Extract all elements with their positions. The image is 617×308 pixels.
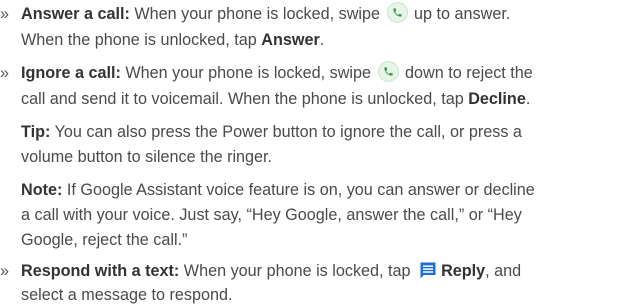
answer-call-line-2: When the phone is unlocked, tap Answer. <box>21 28 324 53</box>
note-text-2: a call with your voice. Just say, “Hey G… <box>21 206 522 224</box>
reply-label: Reply <box>441 262 486 280</box>
respond-text-line-1: » Respond with a text: When your phone is… <box>0 259 521 284</box>
note-line-1: Note: If Google Assistant voice feature … <box>21 178 535 203</box>
note-label: Note: <box>21 181 63 199</box>
bullet-marker: » <box>0 262 10 280</box>
ignore-call-text-2: down to reject the <box>405 64 533 82</box>
answer-call-text-2: up to answer. <box>414 5 511 23</box>
decline-label: Decline <box>468 90 526 108</box>
bullet-marker: » <box>0 5 10 23</box>
answer-call-line-1: » Answer a call: When your phone is locke… <box>0 2 510 27</box>
respond-text-end: , and <box>485 262 522 280</box>
answer-call-unlocked-text: When the phone is unlocked, tap <box>21 31 257 49</box>
tip-text-1: You can also press the Power button to i… <box>54 123 522 141</box>
bullet-marker: » <box>0 64 10 82</box>
period: . <box>319 31 325 49</box>
note-line-2: a call with your voice. Just say, “Hey G… <box>21 203 522 228</box>
period: . <box>525 90 531 108</box>
ignore-call-line-2: call and send it to voicemail. When the … <box>21 87 530 112</box>
phone-icon <box>377 61 399 82</box>
tip-line-1: Tip: You can also press the Power button… <box>21 120 522 145</box>
message-icon <box>420 262 436 279</box>
respond-text-title: Respond with a text: <box>21 262 180 280</box>
ignore-call-line-1: » Ignore a call: When your phone is locke… <box>0 61 533 86</box>
tip-text-2: volume button to silence the ringer. <box>21 148 273 166</box>
ignore-call-text: When your phone is locked, swipe <box>125 64 372 82</box>
ignore-call-unlocked-text: call and send it to voicemail. When the … <box>21 90 464 108</box>
note-text-1: If Google Assistant voice feature is on,… <box>66 181 535 199</box>
note-line-3: Google, reject the call.” <box>21 228 187 253</box>
respond-text-line-2: select a message to respond. <box>21 283 232 308</box>
answer-call-text: When your phone is locked, swipe <box>134 5 381 23</box>
respond-text-text-2: select a message to respond. <box>21 286 233 304</box>
note-text-3: Google, reject the call.” <box>21 231 188 249</box>
ignore-call-title: Ignore a call: <box>21 64 121 82</box>
phone-icon <box>386 2 408 23</box>
answer-label: Answer <box>261 31 320 49</box>
tip-line-2: volume button to silence the ringer. <box>21 145 272 170</box>
answer-call-title: Answer a call: <box>21 5 130 23</box>
respond-text-text: When your phone is locked, tap <box>183 262 411 280</box>
tip-label: Tip: <box>21 123 51 141</box>
